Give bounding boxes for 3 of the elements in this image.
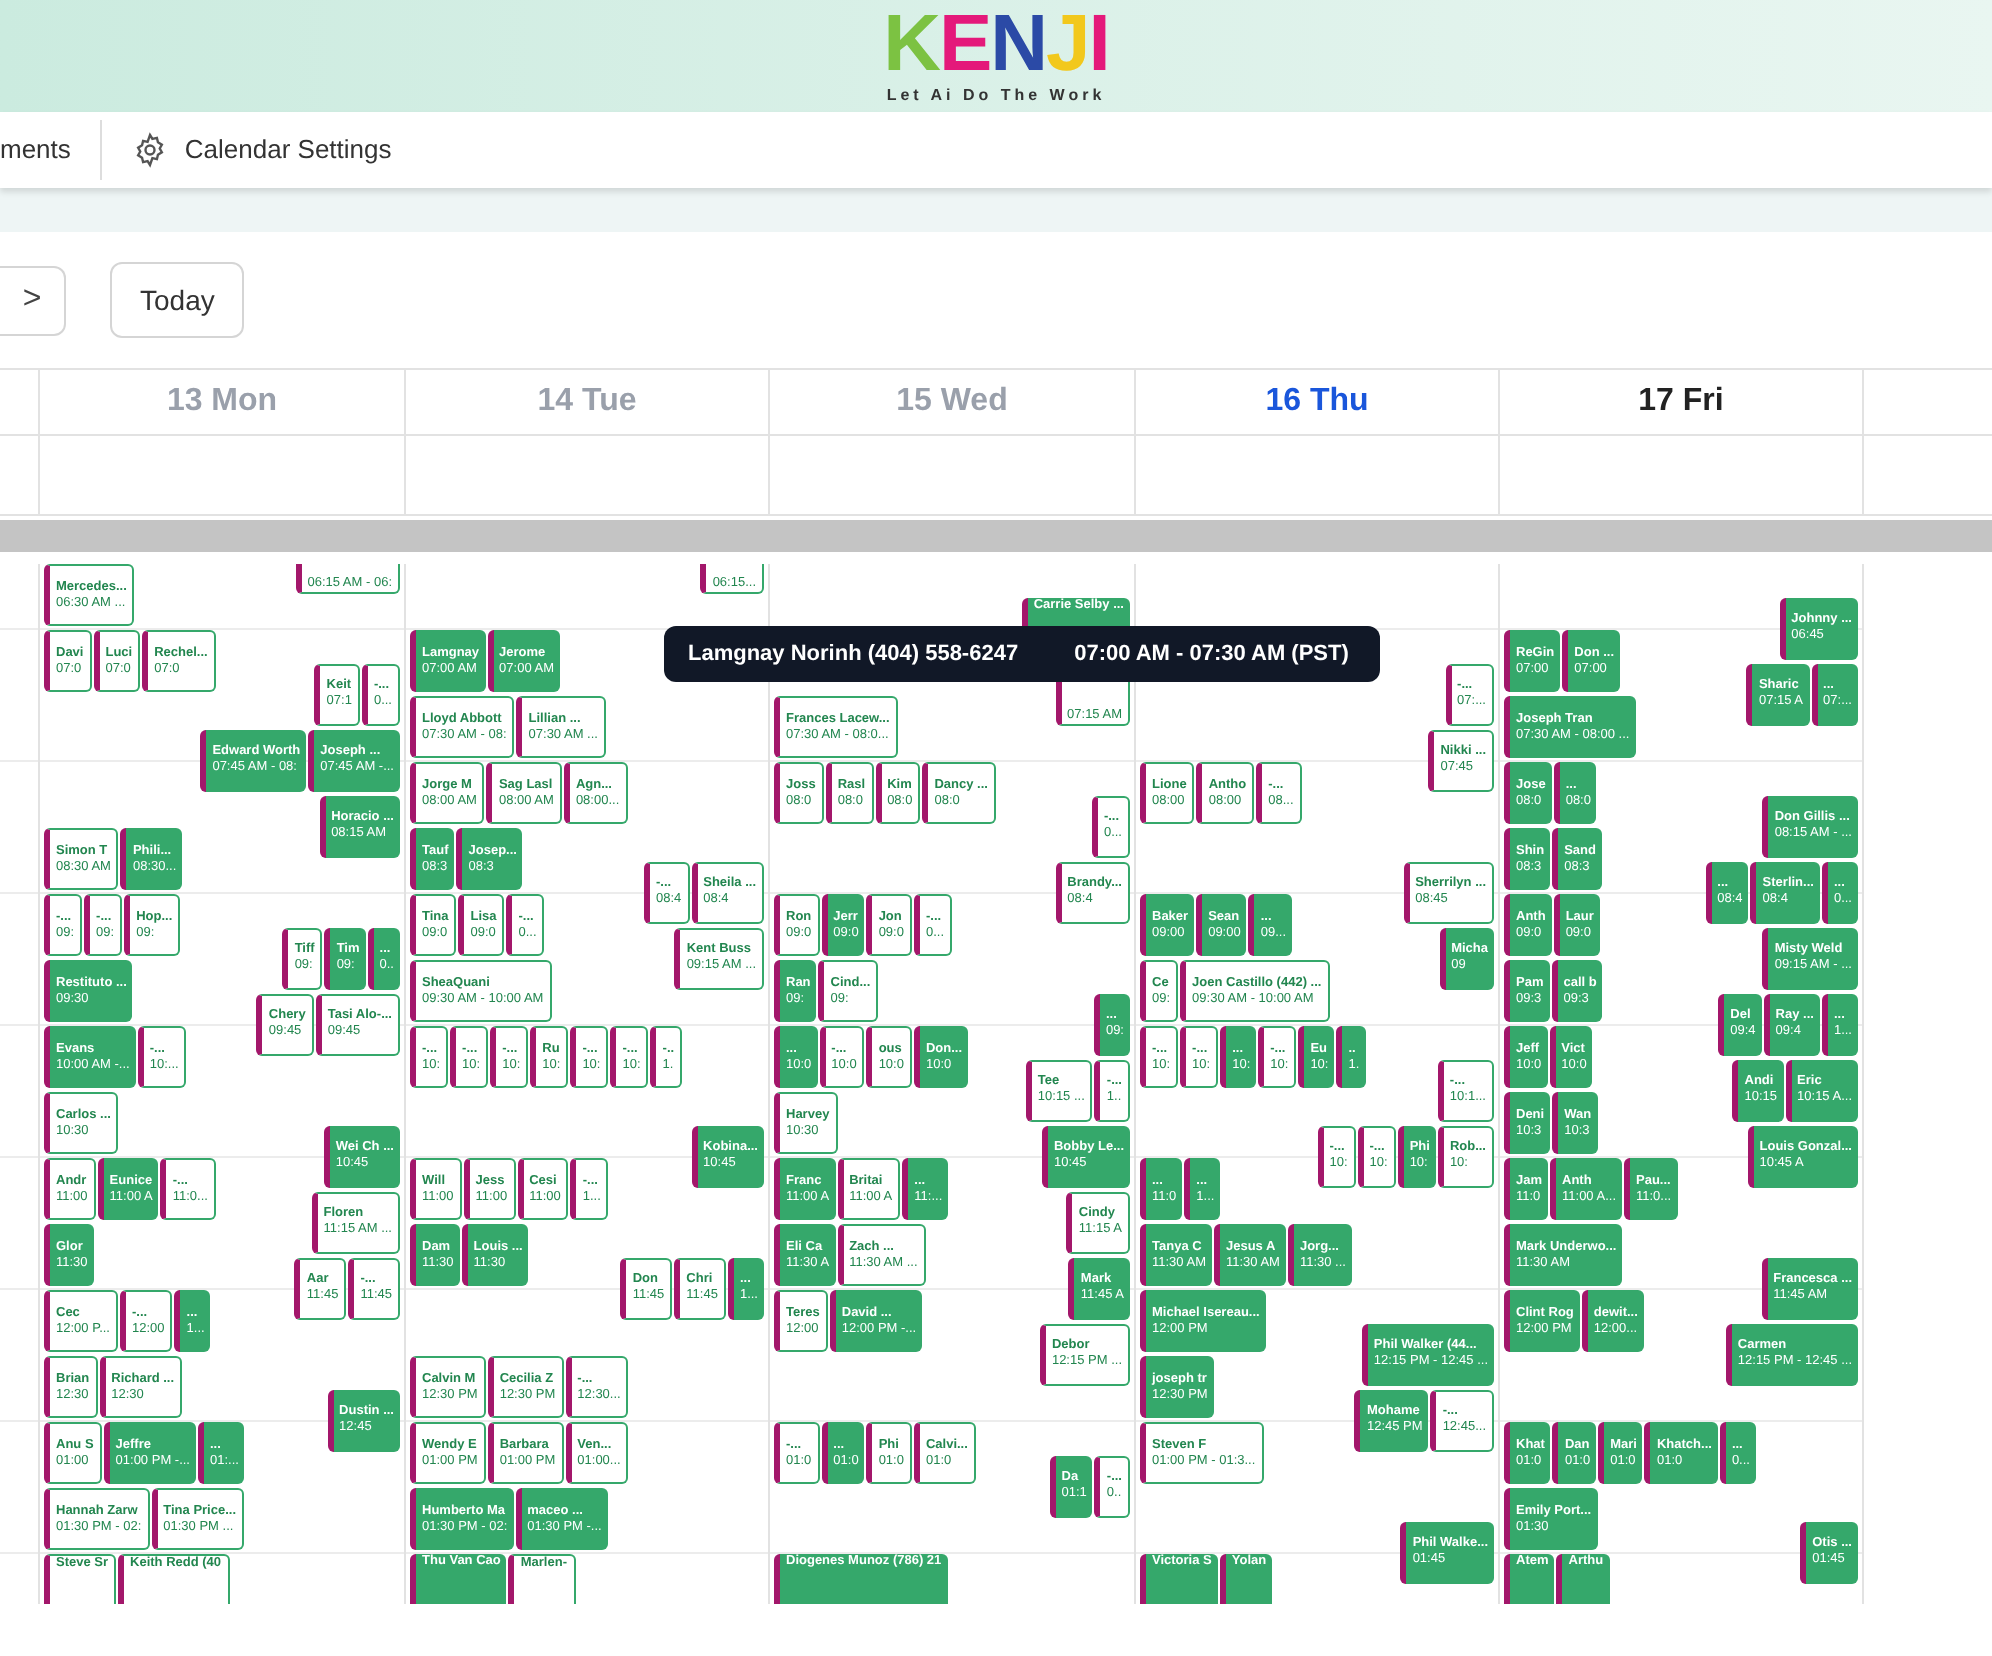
logo-wordmark: KENJI	[883, 4, 1109, 84]
logo-tagline: Let Ai Do The Work	[886, 84, 1106, 108]
tooltip-title: Lamgnay Norinh (404) 558-6247	[688, 639, 1019, 670]
